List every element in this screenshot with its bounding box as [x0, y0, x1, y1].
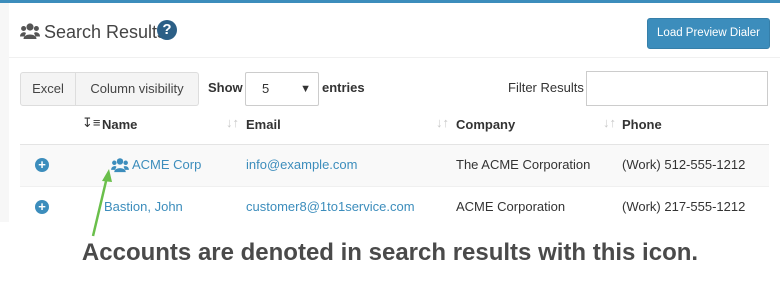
expand-row-icon[interactable]: + — [35, 200, 49, 214]
name-link[interactable]: Bastion, John — [104, 199, 183, 214]
filter-label: Filter Results — [508, 80, 584, 95]
page-size-value: 5 — [262, 81, 270, 96]
panel-body: Search Results ? Load Preview Dialer Exc… — [9, 3, 780, 222]
company-cell: The ACME Corporation — [456, 157, 591, 172]
table-row: + ACME Corp info@example.com The ACME Co… — [20, 145, 769, 187]
users-icon — [20, 23, 40, 39]
sort-icon[interactable]: ↓↑ — [603, 115, 616, 130]
sort-ascending-icon[interactable]: ↧≡ — [82, 115, 100, 131]
account-users-icon — [111, 158, 129, 173]
column-header-company[interactable]: Company — [456, 117, 515, 132]
email-link[interactable]: info@example.com — [246, 157, 357, 172]
load-preview-dialer-button[interactable]: Load Preview Dialer — [647, 18, 770, 49]
phone-cell: (Work) 217-555-1212 — [622, 199, 746, 214]
page-size-select[interactable]: 5 ▼ — [245, 72, 319, 106]
entries-label: entries — [322, 80, 365, 95]
company-cell: ACME Corporation — [456, 199, 566, 214]
search-results-panel: Search Results ? Load Preview Dialer Exc… — [0, 0, 780, 222]
phone-cell: (Work) 512-555-1212 — [622, 157, 746, 172]
sort-icon[interactable]: ↓↑ — [226, 115, 239, 130]
panel-header: Search Results ? Load Preview Dialer — [9, 3, 780, 58]
annotation-caption: Accounts are denoted in search results w… — [81, 239, 699, 266]
page-title: Search Results — [44, 22, 167, 42]
name-link[interactable]: ACME Corp — [132, 157, 201, 172]
show-label: Show — [208, 80, 243, 95]
question-circle-icon[interactable]: ? — [157, 20, 177, 40]
chevron-down-icon: ▼ — [300, 83, 311, 95]
expand-row-icon[interactable]: + — [35, 158, 49, 172]
column-visibility-button[interactable]: Column visibility — [76, 72, 199, 106]
excel-button[interactable]: Excel — [20, 72, 76, 106]
column-header-name[interactable]: Name — [102, 117, 137, 132]
filter-input[interactable] — [586, 71, 768, 106]
export-button-group: Excel Column visibility — [20, 72, 199, 106]
email-link[interactable]: customer8@1to1service.com — [246, 199, 415, 214]
table-row: + Bastion, John customer8@1to1service.co… — [20, 187, 769, 222]
column-header-phone[interactable]: Phone — [622, 117, 662, 132]
sort-icon[interactable]: ↓↑ — [436, 115, 449, 130]
column-header-email[interactable]: Email — [246, 117, 281, 132]
